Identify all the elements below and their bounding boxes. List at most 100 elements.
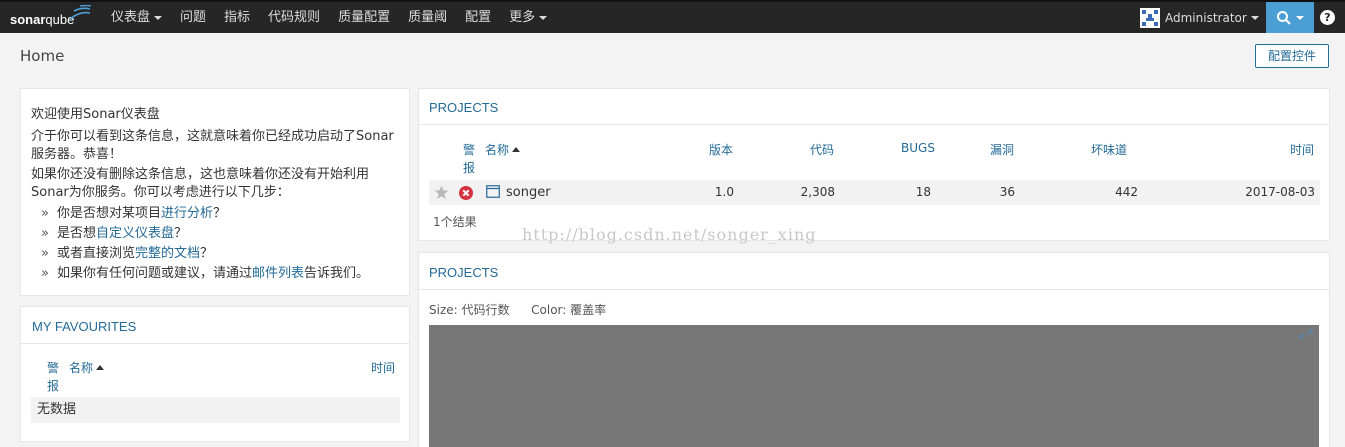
documentation-link[interactable]: 完整的文档 (135, 246, 200, 261)
column-header-name[interactable]: 名称 (485, 141, 521, 158)
divider (419, 289, 1329, 290)
nav-rules-label: 代码规则 (268, 10, 321, 25)
project-version: 1.0 (714, 185, 734, 199)
item-text: 如果你有任何问题或建议，请通过 (57, 266, 253, 281)
project-icon (486, 185, 500, 198)
welcome-list: » 你是否想对某项目进行分析？ » 是否想自定义仪表盘？ » 或者直接浏览完整的文档？… (31, 204, 399, 284)
nav-quality-gates[interactable]: 质量阈 (399, 2, 456, 33)
error-status-icon (459, 186, 473, 200)
nav-quality-profiles-label: 质量配置 (338, 10, 391, 25)
treemap-title: PROJECTS (429, 265, 499, 280)
list-item: » 你是否想对某项目进行分析？ (31, 204, 399, 224)
welcome-widget: 欢迎使用Sonar仪表盘 介于你可以看到这条信息，这就意味着你已经成功启动了So… (20, 88, 410, 296)
favourites-title: MY FAVOURITES (32, 319, 137, 334)
nav-settings-label: 配置 (465, 10, 492, 25)
column-header-name-label: 名称 (485, 143, 510, 157)
divider (21, 343, 409, 344)
project-bugs: 18 (915, 185, 931, 199)
nav-more-label: 更多 (509, 10, 536, 25)
nav-settings[interactable]: 配置 (456, 2, 500, 33)
caret-down-icon (1296, 15, 1304, 20)
item-text: ？ (174, 226, 188, 241)
expand-icon[interactable] (1299, 329, 1313, 339)
nav-more[interactable]: 更多 (500, 2, 556, 33)
caret-down-icon (154, 15, 163, 20)
top-navbar: sonarqube 仪表盘 问题 指标 代码规则 质量配置 质量阈 配置 更多 (0, 0, 1345, 33)
item-text: 你是否想对某项目 (57, 206, 162, 221)
column-header-name-label: 名称 (69, 361, 94, 375)
analyze-link[interactable]: 进行分析 (161, 206, 213, 221)
logo-sonar: sonar (10, 12, 46, 27)
treemap-area[interactable] (429, 325, 1319, 447)
user-menu[interactable]: Administrator (1140, 6, 1259, 30)
nav-issues[interactable]: 问题 (171, 2, 215, 33)
column-header-name[interactable]: 名称 (69, 359, 105, 376)
project-code: 2,308 (800, 185, 835, 199)
column-header-time[interactable]: 时间 (371, 359, 395, 376)
user-name: Administrator (1165, 11, 1247, 25)
nav-dashboards-label: 仪表盘 (111, 10, 151, 25)
list-item: » 或者直接浏览完整的文档？ (31, 244, 399, 264)
mailing-list-link[interactable]: 邮件列表 (252, 266, 304, 281)
projects-widget: PROJECTS 警报 名称 版本 代码 BUGS 漏洞 坏味道 时间 song… (418, 88, 1330, 241)
table-row: songer 1.0 2,308 18 36 442 2017-08-03 (429, 180, 1320, 205)
search-button[interactable] (1266, 2, 1314, 33)
column-header-alert[interactable]: 警报 (47, 359, 61, 395)
welcome-paragraph-2: 如果你还没有删除这条信息，这也意味着你还没有开始利用Sonar为你服务。你可以考… (31, 167, 370, 200)
column-header-code[interactable]: 代码 (810, 141, 834, 158)
help-icon[interactable]: ? (1320, 10, 1335, 25)
nav-quality-profiles[interactable]: 质量配置 (329, 2, 399, 33)
welcome-title: 欢迎使用Sonar仪表盘 (31, 107, 160, 122)
caret-down-icon (539, 15, 548, 20)
bullet: » (41, 206, 49, 221)
nav-dashboards[interactable]: 仪表盘 (102, 2, 171, 33)
bullet: » (41, 266, 49, 281)
treemap-legend: Size: 代码行数 Color: 覆盖率 (429, 301, 606, 318)
project-name-link[interactable]: songer (506, 180, 551, 205)
empty-message: 无数据 (31, 397, 400, 423)
nav-issues-label: 问题 (180, 10, 207, 25)
column-header-alert[interactable]: 警报 (463, 141, 477, 177)
project-vulnerabilities: 36 (999, 185, 1015, 199)
logo-text: sonarqube (10, 12, 74, 27)
list-item: » 如果你有任何问题或建议，请通过邮件列表告诉我们。 (31, 264, 399, 284)
size-metric-label: Size: 代码行数 (429, 303, 510, 317)
sonar-waves-icon (69, 5, 92, 20)
treemap-widget: PROJECTS Size: 代码行数 Color: 覆盖率 (418, 252, 1330, 447)
result-count: 1个结果 (433, 215, 477, 229)
column-header-version[interactable]: 版本 (709, 141, 733, 158)
configure-widgets-button[interactable]: 配置控件 (1255, 44, 1329, 68)
caret-down-icon (1250, 16, 1259, 20)
sort-ascending-icon (512, 147, 521, 152)
nav-measures-label: 指标 (224, 10, 251, 25)
column-header-bugs[interactable]: BUGS (901, 141, 935, 155)
item-text: 是否想 (57, 226, 97, 241)
item-text: 告诉我们。 (304, 266, 370, 281)
favourites-widget: MY FAVOURITES 警报 名称 时间 无数据 (20, 306, 410, 442)
column-header-time[interactable]: 时间 (1290, 141, 1314, 158)
item-text: ？ (213, 206, 227, 221)
column-header-vulnerabilities[interactable]: 漏洞 (990, 141, 1014, 158)
nav-rules[interactable]: 代码规则 (259, 2, 329, 33)
list-item: » 是否想自定义仪表盘？ (31, 224, 399, 244)
main-nav: 仪表盘 问题 指标 代码规则 质量配置 质量阈 配置 更多 (102, 2, 556, 33)
nav-measures[interactable]: 指标 (215, 2, 259, 33)
item-text: ？ (200, 246, 214, 261)
divider (419, 124, 1329, 125)
sort-ascending-icon (96, 365, 105, 370)
star-icon[interactable] (434, 185, 449, 200)
page-title: Home (20, 47, 65, 65)
project-code-smells: 442 (1115, 185, 1138, 199)
color-metric-label: Color: 覆盖率 (531, 303, 607, 317)
bullet: » (41, 246, 49, 261)
avatar (1140, 8, 1160, 28)
projects-title: PROJECTS (429, 100, 499, 115)
welcome-paragraph-1: 介于你可以看到这条信息，这就意味着你已经成功启动了Sonar服务器。恭喜！ (31, 129, 394, 162)
search-icon (1277, 10, 1291, 25)
nav-quality-gates-label: 质量阈 (408, 10, 448, 25)
column-header-code-smells[interactable]: 坏味道 (1091, 141, 1127, 158)
item-text: 或者直接浏览 (57, 246, 136, 261)
project-time: 2017-08-03 (1245, 185, 1315, 199)
bullet: » (41, 226, 49, 241)
customize-dashboard-link[interactable]: 自定义仪表盘 (96, 226, 174, 241)
